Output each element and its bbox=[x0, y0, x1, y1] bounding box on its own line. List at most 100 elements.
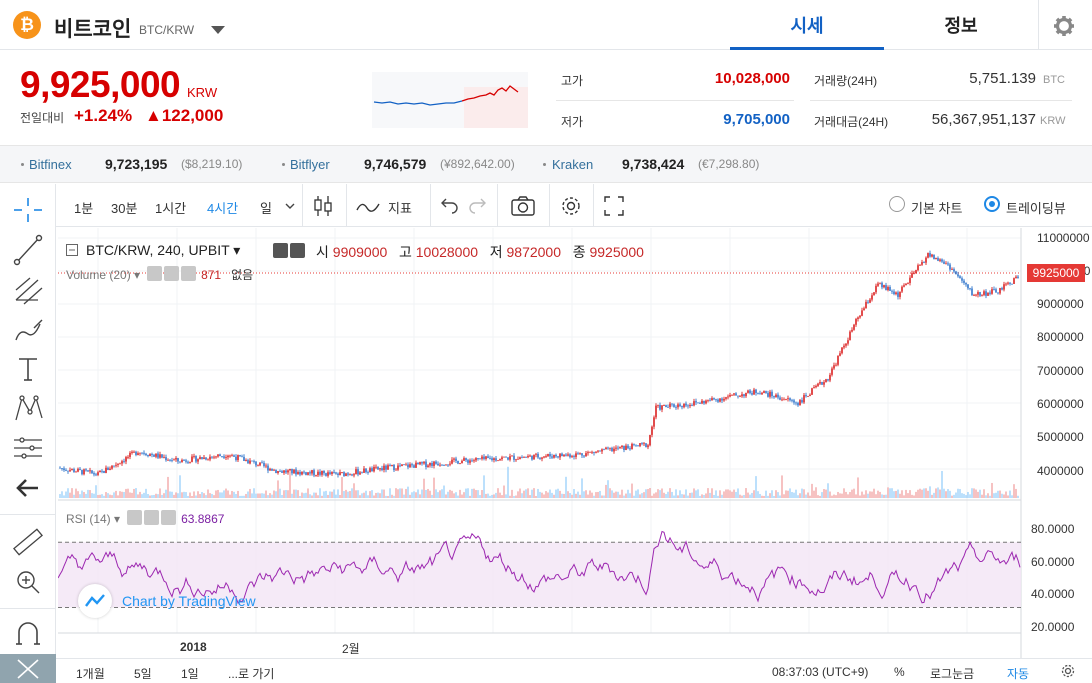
symbol-legend[interactable]: BTC/KRW, 240, UPBIT ▾ bbox=[86, 242, 240, 259]
candlestick-icon[interactable] bbox=[310, 193, 336, 219]
candle-body bbox=[565, 454, 567, 456]
lock-drawings-icon[interactable] bbox=[8, 654, 48, 683]
exchange-name: Bitflyer bbox=[290, 157, 330, 172]
fullscreen-icon[interactable] bbox=[603, 195, 625, 217]
settings-button[interactable] bbox=[1038, 0, 1092, 50]
chevron-down-icon[interactable] bbox=[284, 201, 296, 211]
candle-body bbox=[713, 398, 715, 400]
interval-4h[interactable]: 4시간 bbox=[207, 198, 238, 217]
volume-legend[interactable]: Volume (20) ▾ 871 없음 bbox=[66, 266, 253, 283]
candle-body bbox=[533, 454, 535, 460]
candle-body bbox=[703, 400, 705, 404]
candle-body bbox=[123, 461, 125, 462]
candle-body bbox=[497, 460, 499, 462]
chart-settings-gear-icon[interactable] bbox=[559, 194, 583, 218]
text-tool-icon[interactable] bbox=[8, 350, 48, 386]
range-1d[interactable]: 1일 bbox=[181, 665, 199, 682]
volume-bar bbox=[971, 488, 973, 498]
collapse-icon[interactable] bbox=[66, 244, 78, 256]
volume-bar bbox=[745, 488, 747, 498]
candle-body bbox=[271, 468, 273, 471]
tab-info[interactable]: 정보 bbox=[884, 0, 1038, 50]
candle-body bbox=[955, 271, 957, 275]
volume-bar bbox=[853, 488, 855, 498]
candle-body bbox=[795, 402, 797, 404]
tab-price[interactable]: 시세 bbox=[730, 0, 884, 50]
candle-body bbox=[305, 472, 307, 475]
candle-body bbox=[207, 459, 209, 461]
volume-bar bbox=[229, 494, 231, 498]
range-5d[interactable]: 5일 bbox=[134, 665, 152, 682]
volume-bar bbox=[195, 495, 197, 498]
candle-body bbox=[671, 403, 673, 405]
volume-bar bbox=[691, 492, 693, 498]
interval-30m[interactable]: 30분 bbox=[111, 198, 137, 217]
pattern-icon[interactable] bbox=[8, 390, 48, 426]
candle-body bbox=[969, 288, 971, 290]
volume-bar bbox=[989, 495, 991, 498]
crosshair-icon[interactable] bbox=[8, 192, 48, 228]
zoom-in-icon[interactable] bbox=[8, 564, 48, 600]
candle-body bbox=[879, 282, 881, 284]
basic-chart-label[interactable]: 기본 차트 bbox=[911, 198, 962, 217]
candle-body bbox=[265, 465, 267, 467]
candle-body bbox=[993, 289, 995, 290]
interval-day[interactable]: 일 bbox=[260, 198, 272, 217]
legend-eye-icon[interactable] bbox=[273, 243, 307, 261]
settings-gear-icon[interactable] bbox=[1060, 663, 1076, 679]
redo-icon[interactable] bbox=[468, 195, 490, 215]
tradingview-label[interactable]: 트레이딩뷰 bbox=[1006, 198, 1066, 217]
volume-bar bbox=[671, 491, 673, 498]
volume-bar bbox=[677, 495, 679, 498]
candle-body bbox=[523, 457, 525, 458]
candle-body bbox=[203, 457, 205, 459]
volume-bar bbox=[953, 494, 955, 498]
brush-icon[interactable] bbox=[8, 312, 48, 348]
candle-body bbox=[125, 457, 127, 462]
volume-bar bbox=[1009, 490, 1011, 498]
volume-bar bbox=[1013, 484, 1015, 498]
basic-chart-radio[interactable] bbox=[889, 196, 905, 212]
candle-body bbox=[231, 455, 233, 457]
volume-bar bbox=[821, 492, 823, 498]
arrow-left-icon[interactable] bbox=[8, 470, 48, 506]
magnet-icon[interactable] bbox=[8, 616, 48, 652]
interval-1m[interactable]: 1분 bbox=[74, 198, 93, 217]
auto-scale-toggle[interactable]: 자동 bbox=[1007, 665, 1029, 682]
coin-select-chevron-down-icon[interactable] bbox=[211, 26, 225, 34]
volume-bar bbox=[561, 493, 563, 498]
ruler-icon[interactable] bbox=[8, 524, 48, 560]
pitchfork-icon[interactable] bbox=[8, 272, 48, 308]
volume-bar bbox=[291, 493, 293, 498]
rsi-legend[interactable]: RSI (14) ▾ 63.8867 bbox=[66, 510, 224, 526]
candle-body bbox=[291, 468, 293, 474]
interval-1h[interactable]: 1시간 bbox=[155, 198, 186, 217]
volume-bar bbox=[495, 492, 497, 498]
volume-bar bbox=[793, 492, 795, 498]
goto-button[interactable]: ...로 가기 bbox=[228, 665, 274, 682]
candle-body bbox=[521, 457, 523, 459]
range-1m[interactable]: 1개월 bbox=[76, 665, 105, 682]
camera-icon[interactable] bbox=[510, 194, 536, 218]
candle-body bbox=[167, 459, 169, 461]
trend-line-icon[interactable] bbox=[8, 232, 48, 268]
candle-body bbox=[383, 465, 385, 471]
candle-body bbox=[135, 451, 137, 455]
log-scale-toggle[interactable]: 로그눈금 bbox=[930, 665, 974, 682]
candle-body bbox=[1005, 283, 1007, 285]
prediction-icon[interactable] bbox=[8, 430, 48, 466]
tradingview-radio[interactable] bbox=[984, 196, 1000, 212]
indicator-button[interactable]: 지표 bbox=[388, 198, 412, 217]
volume-bar bbox=[111, 495, 113, 498]
candle-body bbox=[819, 382, 821, 384]
volume-bar bbox=[407, 486, 409, 498]
candle-body bbox=[423, 461, 425, 464]
undo-icon[interactable] bbox=[437, 195, 459, 215]
volume-bar bbox=[413, 491, 415, 498]
volume-bar bbox=[423, 478, 425, 498]
candle-body bbox=[777, 394, 779, 398]
candle-body bbox=[237, 455, 239, 461]
indicator-wave-icon[interactable] bbox=[356, 196, 380, 216]
candle-body bbox=[945, 263, 947, 265]
percent-scale-toggle[interactable]: % bbox=[894, 665, 905, 679]
